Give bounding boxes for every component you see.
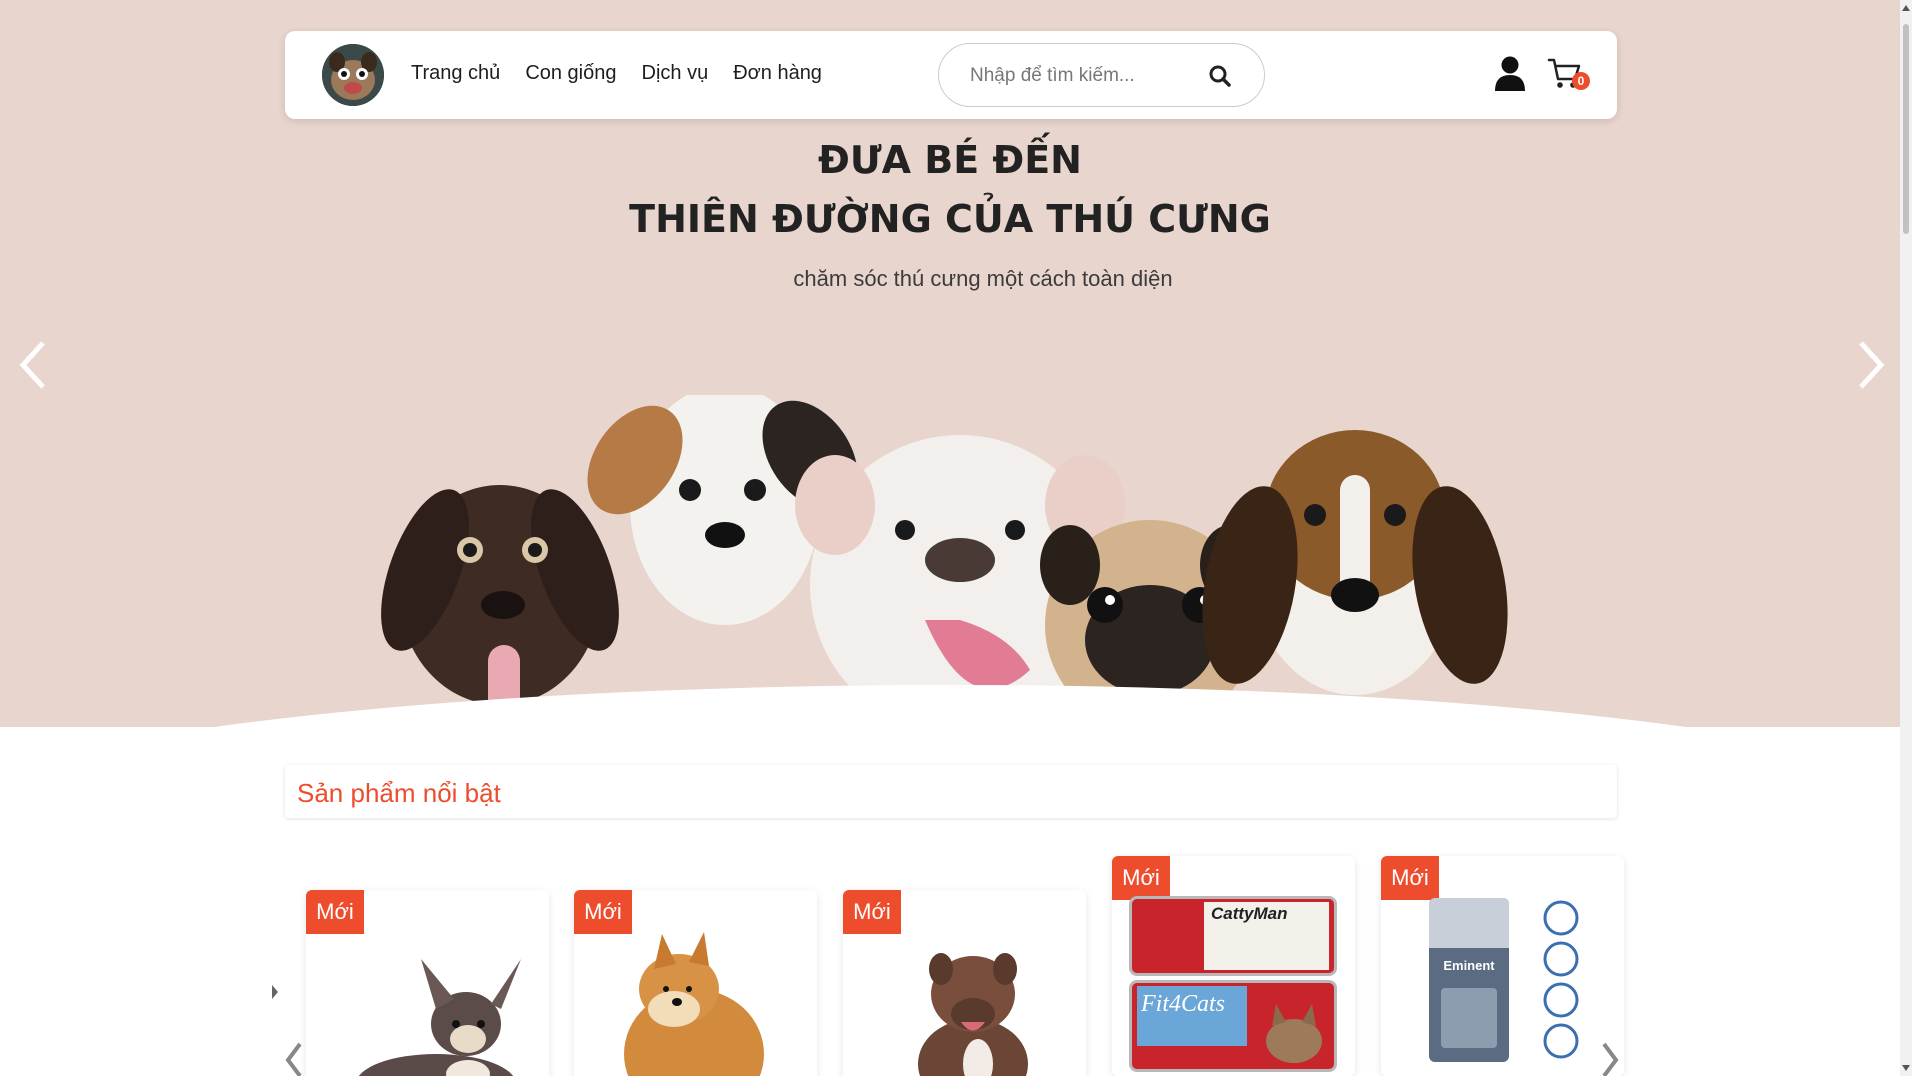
search-input[interactable] — [970, 63, 1200, 89]
featured-section-header: Sản phẩm nổi bật — [285, 765, 1617, 818]
chevron-right-icon — [1602, 1042, 1619, 1076]
fit4cats-can-image: CattyMan Fit4Cats — [1129, 896, 1337, 1074]
search-button[interactable] — [1206, 62, 1234, 90]
hero-subtitle: chăm sóc thú cưng một cách toàn diện — [793, 266, 1173, 291]
page-scrollbar[interactable] — [1900, 0, 1912, 1076]
nav-links: Trang chủ Con giống Dịch vụ Đơn hàng — [411, 62, 822, 85]
scroll-up-icon[interactable] — [1900, 2, 1912, 14]
shiba-image — [624, 932, 764, 1076]
cat-icon — [1266, 1004, 1322, 1063]
featured-title: Sản phẩm nổi bật — [297, 778, 501, 808]
cart-count-badge: 0 — [1572, 72, 1590, 90]
nav-home[interactable]: Trang chủ — [411, 62, 500, 85]
scroll-down-icon[interactable] — [1900, 1062, 1912, 1074]
new-badge: Mới — [1112, 856, 1170, 900]
pug-logo-icon — [322, 44, 384, 106]
nav-orders[interactable]: Đơn hàng — [733, 62, 822, 85]
search-box — [938, 43, 1265, 107]
products-prev-button[interactable] — [280, 1040, 310, 1076]
hero-prev-button[interactable] — [13, 335, 53, 395]
user-button[interactable] — [1494, 56, 1526, 92]
logo[interactable] — [322, 44, 384, 106]
hero-title-line2: THIÊN ĐƯỜNG CỦA THÚ CƯNG — [629, 197, 1271, 241]
product-card[interactable]: Mới — [574, 890, 817, 1076]
product-card[interactable]: Mới — [843, 890, 1086, 1076]
product-card[interactable]: Mới CattyMan Fit4Cats — [1112, 856, 1355, 1076]
nav-breeds[interactable]: Con giống — [525, 62, 616, 85]
chevron-left-icon — [19, 341, 45, 389]
new-badge: Mới — [1381, 856, 1439, 900]
chihuahua-image — [358, 959, 521, 1076]
hero-bottom-curve — [0, 685, 1900, 727]
user-icon — [1495, 56, 1525, 91]
feature-icons — [1543, 900, 1579, 1059]
search-icon — [1209, 65, 1231, 87]
eminent-food-bag-image: Eminent — [1429, 898, 1509, 1062]
product-card[interactable]: Mới Eminent — [1381, 856, 1624, 1076]
hero-title-line1: ĐƯA BÉ ĐẾN — [818, 138, 1082, 182]
chevron-right-icon — [1859, 341, 1885, 389]
small-left-triangle-icon — [272, 985, 278, 999]
hero-banner: ĐƯA BÉ ĐẾN THIÊN ĐƯỜNG CỦA THÚ CƯNG chăm… — [0, 0, 1900, 727]
hero-next-button[interactable] — [1851, 335, 1891, 395]
pitbull-image — [918, 953, 1028, 1076]
puppies-image — [381, 395, 1508, 727]
cart-button[interactable]: 0 — [1547, 57, 1590, 93]
scroll-thumb[interactable] — [1903, 24, 1909, 234]
products-next-button[interactable] — [1594, 1040, 1624, 1076]
chevron-left-icon — [285, 1042, 302, 1076]
navbar: Trang chủ Con giống Dịch vụ Đơn hàng Nhậ… — [285, 31, 1617, 119]
nav-services[interactable]: Dịch vụ — [642, 62, 709, 85]
product-card[interactable]: Mới — [306, 890, 549, 1076]
